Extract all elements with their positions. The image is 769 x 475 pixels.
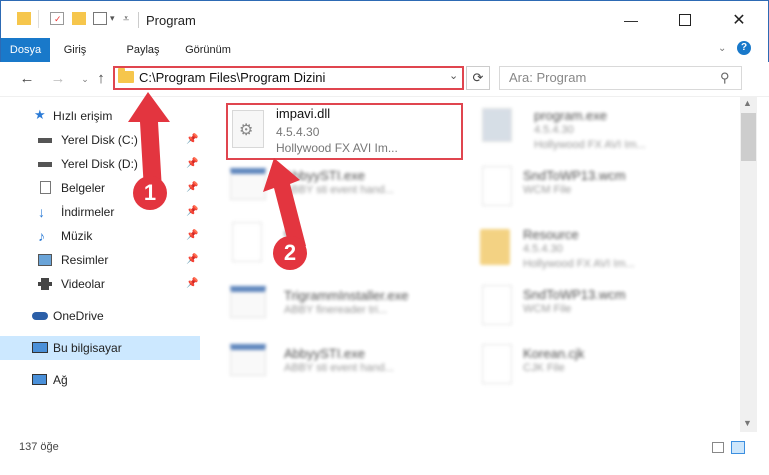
step-1-badge: 1 xyxy=(133,176,167,210)
step-2-badge: 2 xyxy=(273,236,307,270)
annotation-arrows xyxy=(128,92,306,250)
